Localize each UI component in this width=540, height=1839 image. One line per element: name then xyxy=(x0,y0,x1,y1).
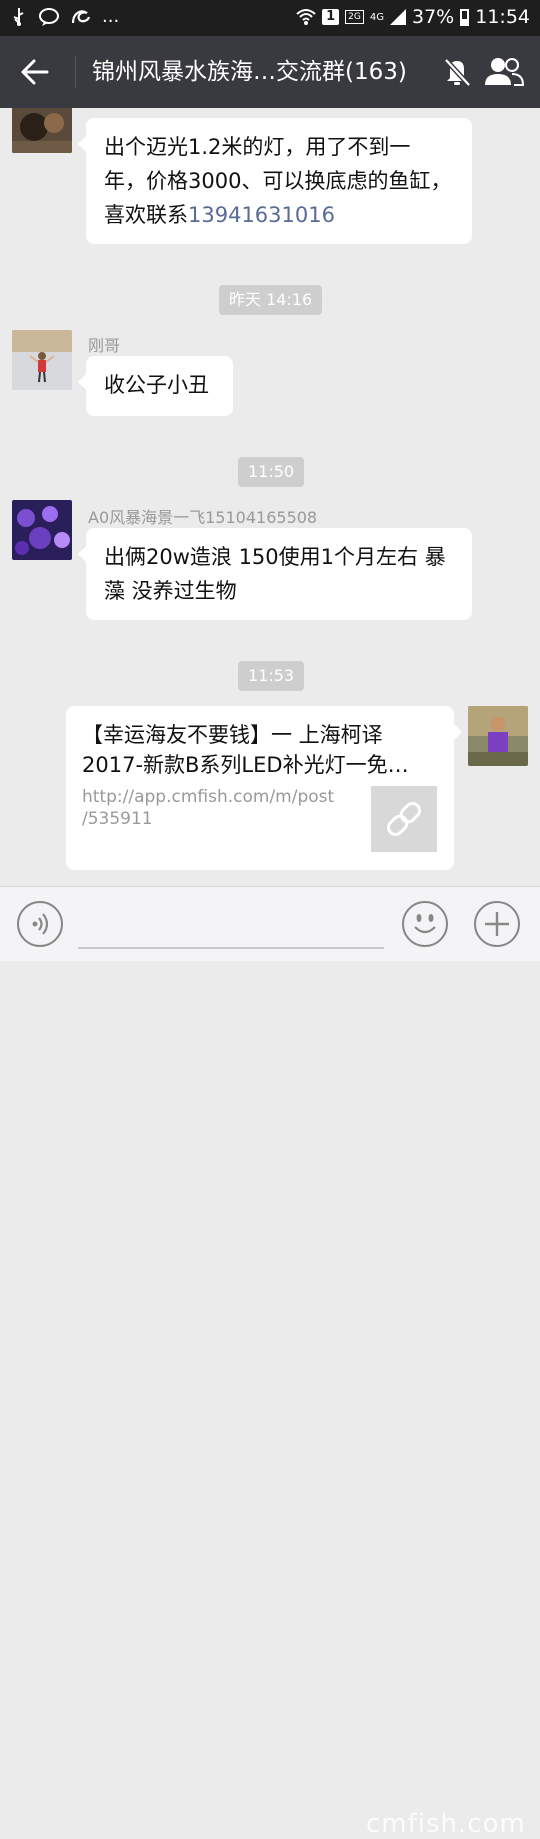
title-bar: 锦州风暴水族海…交流群(163) xyxy=(0,36,540,108)
chat-message-list[interactable]: 出个迈光1.2米的灯，用了不到一 年，价格3000、可以换底虑的鱼缸， 喜欢联系… xyxy=(0,108,540,886)
link-share-card[interactable]: 【幸运海友不要钱】一 上海柯译 2017-新款B系列LED补光灯一免… http… xyxy=(66,706,462,870)
link-url-line: http://app.cmfish.com/m/post xyxy=(82,787,335,807)
message-text-prefix: 喜欢联系 xyxy=(104,203,188,227)
bell-off-icon xyxy=(444,58,471,87)
message-text-line: 藻 没养过生物 xyxy=(104,579,237,603)
status-left-icons: ... xyxy=(10,6,119,27)
more-notifications: ... xyxy=(102,6,120,27)
swirl-app-icon xyxy=(71,9,91,23)
watermark: cmfish.com xyxy=(366,1809,526,1839)
sender-name: 刚哥 xyxy=(88,336,121,355)
wifi-icon xyxy=(296,9,316,25)
message-bubble[interactable]: 收公子小丑 xyxy=(78,356,233,416)
message-text-line: 出个迈光1.2米的灯，用了不到一 xyxy=(104,135,411,159)
link-url-line: /535911 xyxy=(82,809,153,829)
link-title-line: 2017-新款B系列LED补光灯一免… xyxy=(82,753,409,777)
input-bar: cmfish.com xyxy=(0,886,540,1839)
message-text-input[interactable] xyxy=(78,947,384,949)
arrow-left-icon xyxy=(21,59,49,85)
avatar-image xyxy=(12,108,72,153)
battery-percent: 37% xyxy=(412,6,455,28)
voice-input-button[interactable] xyxy=(17,901,63,947)
emoji-button[interactable] xyxy=(402,901,448,947)
link-title: 【幸运海友不要钱】一 上海柯译 2017-新款B系列LED补光灯一免… xyxy=(82,720,422,780)
clock: 11:54 xyxy=(475,6,530,28)
message-bubble[interactable]: 出个迈光1.2米的灯，用了不到一 年，价格3000、可以换底虑的鱼缸， 喜欢联系… xyxy=(78,118,472,244)
status-right: 1 2G 4G 37% 11:54 xyxy=(296,6,530,28)
phone-number-link[interactable]: 13941631016 xyxy=(188,203,335,227)
network-2g-badge: 2G xyxy=(345,10,364,24)
avatar[interactable] xyxy=(12,500,72,560)
avatar-image xyxy=(12,330,72,390)
title-divider xyxy=(75,56,76,88)
avatar[interactable] xyxy=(12,108,72,153)
signal-icon xyxy=(390,9,406,25)
avatar-image xyxy=(12,500,72,560)
usb-icon xyxy=(13,7,24,26)
timestamp: 昨天 14:16 xyxy=(219,285,323,315)
message-text-line: 出俩20w造浪 150使用1个月左右 暴 xyxy=(104,545,446,569)
link-title-line: 【幸运海友不要钱】一 上海柯译 xyxy=(82,723,383,747)
sim-slot-badge: 1 xyxy=(322,9,340,25)
plus-icon xyxy=(485,912,509,936)
timestamp: 11:53 xyxy=(238,661,305,691)
network-4g-label: 4G xyxy=(369,11,384,23)
avatar-image xyxy=(468,706,528,766)
message-bubble[interactable]: 出俩20w造浪 150使用1个月左右 暴 藻 没养过生物 xyxy=(78,528,472,620)
status-bar: ... 1 2G 4G 37% 11:54 xyxy=(0,0,540,36)
message-text-line: 收公子小丑 xyxy=(104,373,209,397)
people-icon xyxy=(485,58,525,86)
message-text-line: 喜欢联系13941631016 xyxy=(104,198,454,232)
back-button[interactable] xyxy=(20,50,60,94)
message-text-line: 年，价格3000、可以换底虑的鱼缸， xyxy=(104,169,452,193)
timestamp: 11:50 xyxy=(238,457,305,487)
my-avatar[interactable] xyxy=(468,706,528,766)
more-actions-button[interactable] xyxy=(474,901,520,947)
chat-title: 锦州风暴水族海…交流群(163) xyxy=(92,59,407,85)
chat-notification-icon xyxy=(39,7,59,26)
group-members-button[interactable] xyxy=(484,54,525,90)
voice-icon xyxy=(32,913,49,935)
link-icon xyxy=(387,802,421,836)
mute-indicator xyxy=(440,54,474,90)
link-url: http://app.cmfish.com/m/post /535911 xyxy=(82,786,352,830)
sender-name: A0风暴海景一飞15104165508 xyxy=(88,508,318,527)
link-thumbnail xyxy=(371,786,437,852)
smiley-icon xyxy=(414,914,436,934)
battery-icon xyxy=(460,8,470,26)
avatar[interactable] xyxy=(12,330,72,390)
